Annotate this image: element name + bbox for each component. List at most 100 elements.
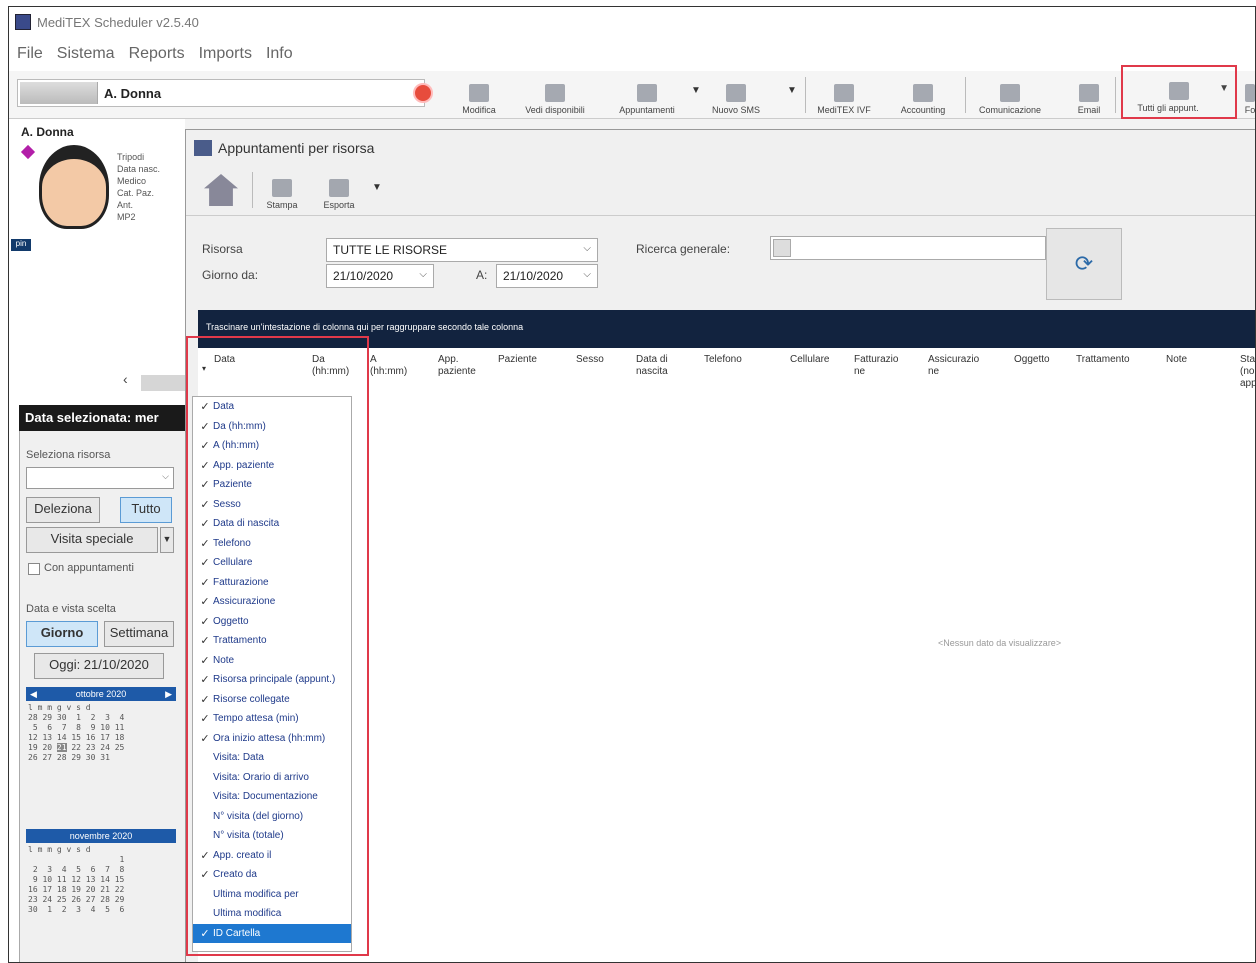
column-toggle-label: Ultima modifica [213, 908, 282, 920]
column-header[interactable]: Paziente [498, 354, 537, 366]
column-toggle-item[interactable]: ✓ Risorsa principale (appunt.) [193, 670, 351, 690]
column-toggle-label: Oggetto [213, 615, 249, 627]
home-icon[interactable] [204, 174, 238, 206]
column-toggle-label: N° visita (totale) [213, 830, 284, 842]
export-dropdown-icon[interactable]: ▼ [372, 182, 382, 193]
checkmark-icon: ✓ [200, 420, 210, 433]
column-toggle-label: Sesso [213, 498, 241, 510]
column-toggle-item[interactable]: ✓ Data di nascita [193, 514, 351, 534]
column-toggle-item[interactable]: ✓ ID Cartella [193, 923, 351, 943]
column-toggle-item[interactable]: ✓ Da (hh:mm) [193, 417, 351, 437]
clear-patient-icon[interactable] [413, 83, 433, 103]
today-button[interactable]: Oggi: 21/10/2020 [34, 653, 164, 679]
column-header[interactable]: Assicurazio ne [928, 354, 979, 378]
menu-info[interactable]: Info [266, 45, 293, 63]
checkmark-icon: ✓ [200, 869, 210, 882]
dialog-icon [194, 140, 212, 156]
sms-dropdown-icon[interactable]: ▼ [787, 85, 797, 96]
column-toggle-label: A (hh:mm) [213, 440, 260, 452]
column-header[interactable]: Sta (no app [1240, 354, 1255, 390]
column-toggle-item[interactable]: Ultima modifica [193, 904, 351, 924]
search-input[interactable] [770, 236, 1046, 260]
column-toggle-item[interactable]: N° visita (del giorno) [193, 807, 351, 827]
column-toggle-item[interactable]: ✓ Assicurazione [193, 592, 351, 612]
special-view-button[interactable]: Visita speciale [26, 527, 158, 553]
deselect-button[interactable]: Deleziona [26, 497, 100, 523]
print-button[interactable]: Stampa [260, 170, 304, 210]
column-toggle-item[interactable]: Visita: Orario di arrivo [193, 768, 351, 788]
column-toggle-label: Visita: Data [213, 752, 264, 764]
tutti-appuntamenti-button[interactable]: Tutti gli appunt. ▼ [1121, 65, 1237, 119]
column-header[interactable]: App. paziente [438, 354, 476, 378]
calendar-october[interactable]: l m m g v s d 28 29 30 1 2 3 4 5 6 7 8 9… [28, 703, 124, 763]
calendar-november[interactable]: l m m g v s d 1 2 3 4 5 6 7 8 9 10 11 12… [28, 845, 124, 915]
column-toggle-item[interactable]: ✓ Risorse collegate [193, 690, 351, 710]
vedi-disponibili-button[interactable]: Vedi disponibili [515, 75, 595, 115]
print-icon [272, 179, 292, 197]
menu-sistema[interactable]: Sistema [57, 45, 115, 63]
tutti-appuntamenti-dropdown-icon[interactable]: ▼ [1219, 83, 1229, 94]
column-toggle-item[interactable]: ✓ App. creato il [193, 846, 351, 866]
column-toggle-item[interactable]: ✓ Paziente [193, 475, 351, 495]
date-from-field[interactable]: 21/10/2020 ⌵ [326, 264, 434, 288]
column-header[interactable]: Cellulare [790, 354, 829, 366]
column-header[interactable]: Sesso [576, 354, 604, 366]
resource-select[interactable]: ⌵ [26, 467, 174, 489]
column-toggle-item[interactable]: ✓ Trattamento [193, 631, 351, 651]
column-toggle-item[interactable]: ✓ Cellulare [193, 553, 351, 573]
column-header[interactable]: A (hh:mm) [370, 354, 407, 378]
column-header[interactable]: Trattamento [1076, 354, 1130, 366]
nuovo-sms-button[interactable]: Nuovo SMS [709, 75, 763, 115]
modifica-button[interactable]: Modifica [457, 75, 501, 115]
refresh-button[interactable]: ⟳ [1046, 228, 1122, 300]
comunicazione-button[interactable]: Comunicazione [973, 75, 1047, 115]
day-view-button[interactable]: Giorno [26, 621, 98, 647]
column-toggle-item[interactable]: Visita: Documentazione [193, 787, 351, 807]
menu-file[interactable]: File [17, 45, 43, 63]
patient-nav-buttons[interactable] [20, 82, 98, 104]
month-header: ◀ ottobre 2020 ▶ [26, 687, 176, 701]
meditex-ivf-button[interactable]: MediTEX IVF [809, 75, 879, 115]
column-header[interactable]: Fatturazio ne [854, 354, 898, 378]
date-to-field[interactable]: 21/10/2020 ⌵ [496, 264, 598, 288]
column-header[interactable]: Data di nascita [636, 354, 668, 378]
prev-month-icon[interactable]: ◀ [30, 687, 37, 701]
column-toggle-item[interactable]: Ultima modifica per [193, 885, 351, 905]
column-header[interactable]: Telefono [704, 354, 742, 366]
menu-reports[interactable]: Reports [129, 45, 185, 63]
column-toggle-item[interactable]: ✓ Telefono [193, 534, 351, 554]
column-header[interactable]: Oggetto [1014, 354, 1050, 366]
column-toggle-item[interactable]: N° visita (totale) [193, 826, 351, 846]
menu-imports[interactable]: Imports [199, 45, 252, 63]
column-toggle-item[interactable]: ✓ Fatturazione [193, 573, 351, 593]
horizontal-scrollbar[interactable] [141, 375, 185, 391]
week-view-button[interactable]: Settimana [104, 621, 174, 647]
accounting-button[interactable]: Accounting [889, 75, 957, 115]
export-button[interactable]: Esporta [316, 170, 362, 210]
column-toggle-item[interactable]: ✓ App. paziente [193, 456, 351, 476]
appuntamenti-dropdown-icon[interactable]: ▼ [691, 85, 701, 96]
column-toggle-label: Data [213, 401, 235, 413]
column-toggle-item[interactable]: ✓ Ora inizio attesa (hh:mm) [193, 729, 351, 749]
column-toggle-item[interactable]: Visita: Data [193, 748, 351, 768]
today-cell[interactable]: 21 [56, 743, 67, 752]
column-toggle-item[interactable]: ✓ Creato da [193, 865, 351, 885]
column-toggle-item[interactable]: ✓ Note [193, 651, 351, 671]
column-header[interactable]: Note [1166, 354, 1187, 366]
select-all-button[interactable]: Tutto [120, 497, 172, 523]
next-month-icon[interactable]: ▶ [165, 687, 172, 701]
scroll-left-icon[interactable]: ‹ [123, 371, 143, 391]
column-toggle-item[interactable]: ✓ Oggetto [193, 612, 351, 632]
appuntamenti-button[interactable]: Appuntamenti [609, 75, 685, 115]
month-header: novembre 2020 [26, 829, 176, 843]
column-toggle-item[interactable]: ✓ Tempo attesa (min) [193, 709, 351, 729]
with-appointments-checkbox[interactable] [28, 563, 40, 575]
email-button[interactable]: Email [1069, 75, 1109, 115]
column-toggle-item[interactable]: ✓ Data [193, 397, 351, 417]
toolbar-overflow-button[interactable]: Fo [1243, 75, 1255, 115]
column-toggle-item[interactable]: ✓ Sesso [193, 495, 351, 515]
special-view-dropdown-icon[interactable]: ▼ [160, 527, 174, 553]
patient-search-field[interactable]: A. Donna [17, 79, 425, 107]
column-toggle-item[interactable]: ✓ A (hh:mm) [193, 436, 351, 456]
resource-select[interactable]: TUTTE LE RISORSE ⌵ [326, 238, 598, 262]
